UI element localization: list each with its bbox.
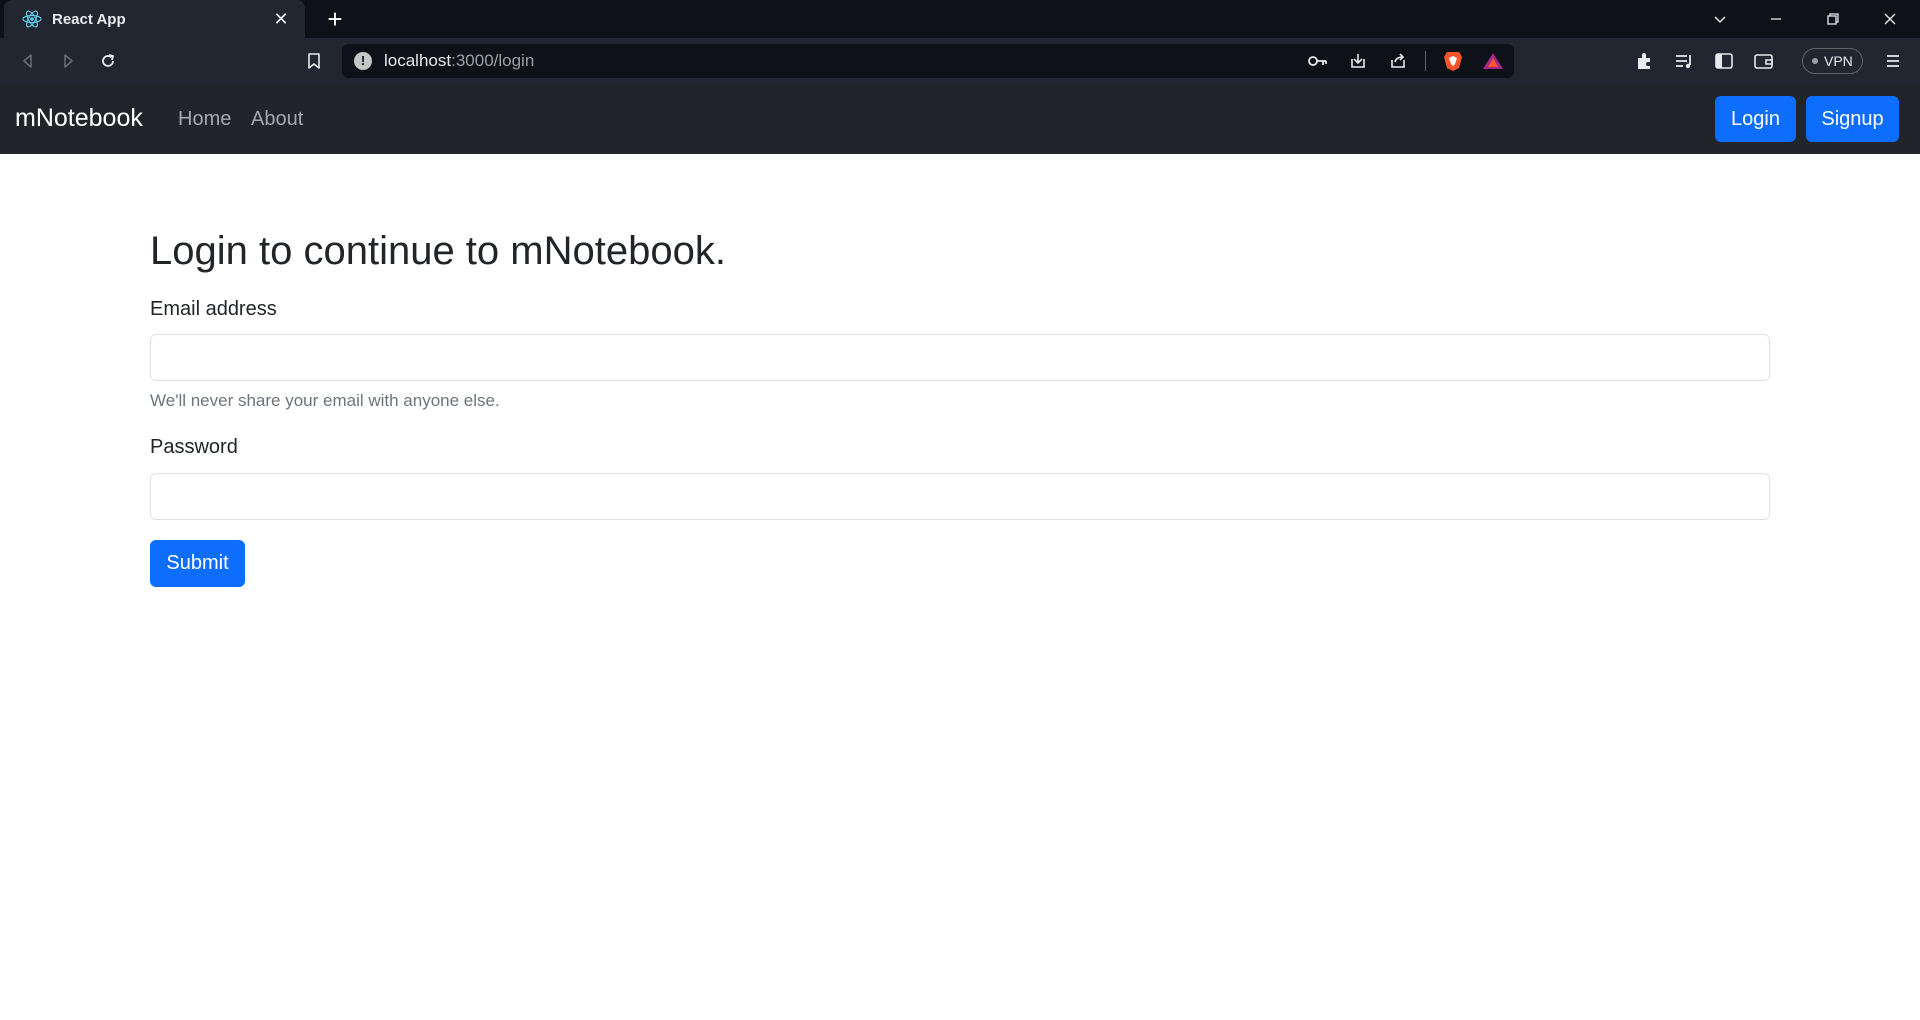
nav-link-about[interactable]: About — [251, 108, 303, 131]
url-path: :3000/login — [451, 51, 535, 70]
playlist-icon[interactable] — [1668, 45, 1700, 77]
url-host: localhost — [384, 51, 452, 70]
close-tab-icon[interactable]: ✕ — [271, 9, 291, 29]
tab-search-icon[interactable] — [1692, 0, 1748, 38]
app-navbar: mNotebook Home About Login Signup — [0, 84, 1920, 154]
email-label: Email address — [150, 298, 277, 320]
vpn-label: VPN — [1824, 53, 1853, 69]
sidebar-icon[interactable] — [1708, 45, 1740, 77]
vpn-status-icon — [1812, 58, 1818, 64]
password-field[interactable] — [150, 473, 1770, 520]
submit-button[interactable]: Submit — [150, 540, 245, 587]
brave-rewards-icon[interactable] — [1480, 48, 1506, 74]
install-icon[interactable] — [1345, 48, 1371, 74]
email-field[interactable] — [150, 334, 1770, 381]
back-icon[interactable] — [14, 47, 42, 75]
login-button[interactable]: Login — [1715, 96, 1796, 142]
new-tab-icon[interactable]: + — [320, 4, 350, 34]
site-info-icon[interactable]: ! — [354, 52, 372, 70]
reload-icon[interactable] — [94, 47, 122, 75]
navbar-brand[interactable]: mNotebook — [15, 104, 143, 133]
divider — [1425, 51, 1426, 71]
signup-button[interactable]: Signup — [1806, 96, 1899, 142]
browser-tab[interactable]: React App ✕ — [4, 0, 305, 38]
tab-title: React App — [52, 10, 126, 28]
email-help-text: We'll never share your email with anyone… — [150, 391, 500, 410]
restore-icon[interactable] — [1805, 0, 1861, 38]
browser-toolbar: ! localhost:3000/login VPN — [0, 38, 1920, 84]
wallet-icon[interactable] — [1748, 45, 1780, 77]
key-icon[interactable] — [1305, 48, 1331, 74]
password-label: Password — [150, 436, 238, 458]
bookmark-icon[interactable] — [300, 47, 328, 75]
browser-tab-strip: React App ✕ + — [0, 0, 1920, 38]
forward-icon[interactable] — [54, 47, 82, 75]
extensions-icon[interactable] — [1628, 45, 1660, 77]
page-title: Login to continue to mNotebook. — [150, 229, 726, 273]
vpn-button[interactable]: VPN — [1802, 48, 1863, 74]
minimize-icon[interactable] — [1748, 0, 1804, 38]
nav-link-home[interactable]: Home — [178, 108, 231, 131]
menu-icon[interactable] — [1877, 45, 1909, 77]
address-bar[interactable]: ! localhost:3000/login — [342, 44, 1514, 78]
close-window-icon[interactable] — [1862, 0, 1918, 38]
react-logo-icon — [22, 9, 42, 29]
brave-shields-icon[interactable] — [1440, 48, 1466, 74]
share-icon[interactable] — [1385, 48, 1411, 74]
